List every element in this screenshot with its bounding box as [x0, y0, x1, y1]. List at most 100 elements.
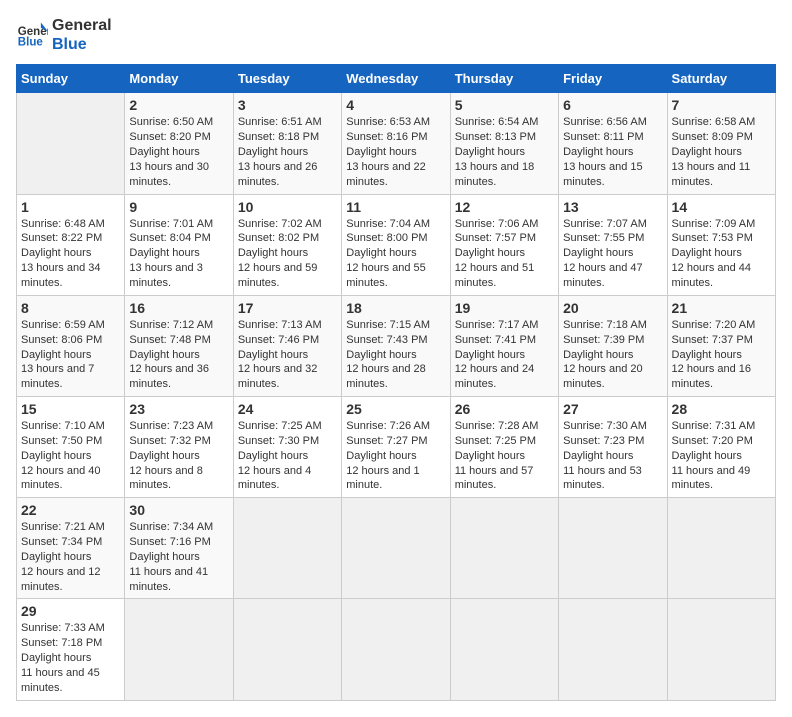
- daylight-duration: 12 hours and 24 minutes.: [455, 363, 535, 390]
- daylight-label: Daylight hours: [238, 146, 308, 158]
- calendar-table: SundayMondayTuesdayWednesdayThursdayFrid…: [16, 64, 776, 700]
- daylight-duration: 12 hours and 40 minutes.: [21, 465, 101, 492]
- daylight-label: Daylight hours: [346, 450, 416, 462]
- empty-cell: [450, 498, 558, 599]
- calendar-row: 1 Sunrise: 6:48 AM Sunset: 8:22 PM Dayli…: [17, 194, 776, 295]
- empty-cell: [667, 498, 775, 599]
- sunset-text: Sunset: 7:34 PM: [21, 536, 102, 548]
- sunset-text: Sunset: 7:53 PM: [672, 232, 753, 244]
- sunrise-text: Sunrise: 7:12 AM: [129, 319, 213, 331]
- day-cell-29: 29 Sunrise: 7:33 AM Sunset: 7:18 PM Dayl…: [17, 599, 125, 700]
- day-cell-21: 21 Sunrise: 7:20 AM Sunset: 7:37 PM Dayl…: [667, 295, 775, 396]
- day-cell-28: 28 Sunrise: 7:31 AM Sunset: 7:20 PM Dayl…: [667, 397, 775, 498]
- day-cell-9: 9 Sunrise: 7:01 AM Sunset: 8:04 PM Dayli…: [125, 194, 233, 295]
- sunrise-text: Sunrise: 6:58 AM: [672, 116, 756, 128]
- day-number: 30: [129, 502, 228, 518]
- day-cell-27: 27 Sunrise: 7:30 AM Sunset: 7:23 PM Dayl…: [559, 397, 667, 498]
- sunrise-text: Sunrise: 7:17 AM: [455, 319, 539, 331]
- svg-text:Blue: Blue: [18, 37, 44, 49]
- daylight-duration: 13 hours and 15 minutes.: [563, 161, 643, 188]
- empty-cell: [342, 498, 450, 599]
- daylight-label: Daylight hours: [563, 450, 633, 462]
- day-cell-15: 15 Sunrise: 7:10 AM Sunset: 7:50 PM Dayl…: [17, 397, 125, 498]
- daylight-label: Daylight hours: [455, 247, 525, 259]
- sunrise-text: Sunrise: 7:26 AM: [346, 420, 430, 432]
- daylight-duration: 13 hours and 18 minutes.: [455, 161, 535, 188]
- day-number: 17: [238, 300, 337, 316]
- day-number: 27: [563, 401, 662, 417]
- daylight-duration: 12 hours and 28 minutes.: [346, 363, 426, 390]
- calendar-row: 8 Sunrise: 6:59 AM Sunset: 8:06 PM Dayli…: [17, 295, 776, 396]
- day-number: 20: [563, 300, 662, 316]
- day-number: 1: [21, 199, 120, 215]
- sunrise-text: Sunrise: 7:34 AM: [129, 521, 213, 533]
- day-number: 29: [21, 603, 120, 619]
- daylight-label: Daylight hours: [129, 247, 199, 259]
- day-number: 23: [129, 401, 228, 417]
- empty-cell: [450, 599, 558, 700]
- daylight-label: Daylight hours: [238, 247, 308, 259]
- day-number: 10: [238, 199, 337, 215]
- day-number: 26: [455, 401, 554, 417]
- day-number: 14: [672, 199, 771, 215]
- daylight-label: Daylight hours: [563, 146, 633, 158]
- sunset-text: Sunset: 7:18 PM: [21, 637, 102, 649]
- day-cell-20: 20 Sunrise: 7:18 AM Sunset: 7:39 PM Dayl…: [559, 295, 667, 396]
- daylight-duration: 12 hours and 1 minute.: [346, 465, 419, 492]
- day-number: 13: [563, 199, 662, 215]
- sunset-text: Sunset: 8:11 PM: [563, 131, 644, 143]
- day-cell-5: 5 Sunrise: 6:54 AM Sunset: 8:13 PM Dayli…: [450, 93, 558, 194]
- sunrise-text: Sunrise: 7:33 AM: [21, 622, 105, 634]
- empty-cell: [559, 599, 667, 700]
- weekday-sunday: Sunday: [17, 65, 125, 93]
- sunrise-text: Sunrise: 7:15 AM: [346, 319, 430, 331]
- day-cell-26: 26 Sunrise: 7:28 AM Sunset: 7:25 PM Dayl…: [450, 397, 558, 498]
- sunrise-text: Sunrise: 7:01 AM: [129, 218, 213, 230]
- daylight-label: Daylight hours: [346, 247, 416, 259]
- day-number: 21: [672, 300, 771, 316]
- sunset-text: Sunset: 8:00 PM: [346, 232, 427, 244]
- sunrise-text: Sunrise: 7:07 AM: [563, 218, 647, 230]
- day-number: 3: [238, 97, 337, 113]
- day-cell-2: 2 Sunrise: 6:50 AM Sunset: 8:20 PM Dayli…: [125, 93, 233, 194]
- weekday-saturday: Saturday: [667, 65, 775, 93]
- logo-blue: Blue: [52, 35, 112, 54]
- daylight-label: Daylight hours: [129, 551, 199, 563]
- day-number: 16: [129, 300, 228, 316]
- day-cell-16: 16 Sunrise: 7:12 AM Sunset: 7:48 PM Dayl…: [125, 295, 233, 396]
- sunset-text: Sunset: 7:48 PM: [129, 334, 210, 346]
- day-cell-24: 24 Sunrise: 7:25 AM Sunset: 7:30 PM Dayl…: [233, 397, 341, 498]
- sunset-text: Sunset: 7:25 PM: [455, 435, 536, 447]
- daylight-duration: 13 hours and 22 minutes.: [346, 161, 426, 188]
- daylight-duration: 12 hours and 51 minutes.: [455, 262, 535, 289]
- weekday-friday: Friday: [559, 65, 667, 93]
- day-cell-23: 23 Sunrise: 7:23 AM Sunset: 7:32 PM Dayl…: [125, 397, 233, 498]
- empty-cell: [17, 93, 125, 194]
- daylight-duration: 13 hours and 3 minutes.: [129, 262, 202, 289]
- daylight-label: Daylight hours: [672, 450, 742, 462]
- day-cell-1: 1 Sunrise: 6:48 AM Sunset: 8:22 PM Dayli…: [17, 194, 125, 295]
- sunrise-text: Sunrise: 6:48 AM: [21, 218, 105, 230]
- sunset-text: Sunset: 7:39 PM: [563, 334, 644, 346]
- sunset-text: Sunset: 8:13 PM: [455, 131, 536, 143]
- calendar-row: 15 Sunrise: 7:10 AM Sunset: 7:50 PM Dayl…: [17, 397, 776, 498]
- day-number: 12: [455, 199, 554, 215]
- sunset-text: Sunset: 7:27 PM: [346, 435, 427, 447]
- sunrise-text: Sunrise: 7:28 AM: [455, 420, 539, 432]
- sunset-text: Sunset: 7:46 PM: [238, 334, 319, 346]
- sunset-text: Sunset: 7:43 PM: [346, 334, 427, 346]
- daylight-duration: 11 hours and 49 minutes.: [672, 465, 751, 492]
- empty-cell: [233, 498, 341, 599]
- day-cell-8: 8 Sunrise: 6:59 AM Sunset: 8:06 PM Dayli…: [17, 295, 125, 396]
- sunset-text: Sunset: 7:20 PM: [672, 435, 753, 447]
- day-number: 2: [129, 97, 228, 113]
- calendar-row: 22 Sunrise: 7:21 AM Sunset: 7:34 PM Dayl…: [17, 498, 776, 599]
- day-cell-25: 25 Sunrise: 7:26 AM Sunset: 7:27 PM Dayl…: [342, 397, 450, 498]
- weekday-thursday: Thursday: [450, 65, 558, 93]
- day-cell-17: 17 Sunrise: 7:13 AM Sunset: 7:46 PM Dayl…: [233, 295, 341, 396]
- daylight-duration: 11 hours and 53 minutes.: [563, 465, 642, 492]
- empty-cell: [559, 498, 667, 599]
- daylight-label: Daylight hours: [346, 349, 416, 361]
- day-number: 11: [346, 199, 445, 215]
- sunset-text: Sunset: 8:22 PM: [21, 232, 102, 244]
